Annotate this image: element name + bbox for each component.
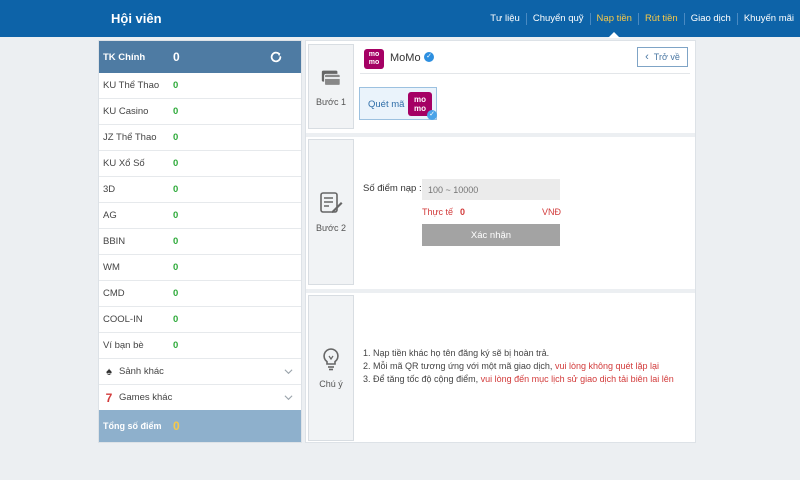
note-2-warning: vui lòng không quét lặp lại xyxy=(554,361,660,371)
account-row: COOL-IN 0 xyxy=(99,307,301,333)
nav-nap-tien[interactable]: Nạp tiền xyxy=(589,12,638,38)
note-3-text: 3. Để tăng tốc độ cộng điểm, xyxy=(363,374,481,384)
confirm-button[interactable]: Xác nhận xyxy=(422,224,560,246)
account-value: 0 xyxy=(173,106,179,117)
refresh-icon[interactable] xyxy=(269,50,283,64)
check-icon: ✓ xyxy=(427,110,437,120)
step-1-label: Bước 1 xyxy=(316,96,346,107)
account-row: KU Thể Thao 0 xyxy=(99,73,301,99)
other-games-toggle[interactable]: 7 Games khác xyxy=(99,385,301,411)
page-title: Hội viên xyxy=(111,11,162,26)
payment-provider-title: MoMo xyxy=(390,52,421,64)
note-item-2: 2. Mỗi mã QR tương ứng với một mã giao d… xyxy=(363,360,674,373)
scan-qr-label: Quét mã xyxy=(368,99,405,110)
main-account-value: 0 xyxy=(173,50,180,64)
account-value: 0 xyxy=(173,236,179,247)
actual-amount-value: 0 xyxy=(460,207,466,217)
verified-icon: ✓ xyxy=(424,52,434,62)
back-button-label: Trở về xyxy=(653,52,680,62)
account-value: 0 xyxy=(173,184,179,195)
notes-box: Chú ý xyxy=(308,295,354,441)
other-games-label: Games khác xyxy=(119,392,173,403)
chevron-left-icon: ‹ xyxy=(645,51,649,63)
seven-icon: 7 xyxy=(105,390,113,405)
back-button[interactable]: ‹ Trở về xyxy=(637,47,688,67)
account-value: 0 xyxy=(173,80,179,91)
actual-amount-label: Thực tế xyxy=(422,207,454,217)
note-3-warning: vui lòng đến mục lịch sử giao dịch tải b… xyxy=(480,374,674,384)
account-label: BBIN xyxy=(103,236,126,247)
total-points-row: Tổng số điểm 0 xyxy=(99,410,301,442)
account-label: KU Casino xyxy=(103,106,149,117)
note-item-1: 1. Nạp tiền khác họ tên đăng ký sẽ bị ho… xyxy=(363,348,550,358)
deposit-amount-label: Số điểm nạp : xyxy=(363,183,422,194)
account-value: 0 xyxy=(173,288,179,299)
account-value: 0 xyxy=(173,158,179,169)
account-label: Ví bạn bè xyxy=(103,340,144,351)
card-icon xyxy=(321,70,341,86)
account-label: WM xyxy=(103,262,120,273)
account-label: KU Thể Thao xyxy=(103,80,160,91)
account-label: CMD xyxy=(103,288,125,299)
step-2-box: Bước 2 xyxy=(308,139,354,285)
section-divider xyxy=(306,289,695,293)
form-edit-icon xyxy=(320,192,343,213)
account-label: COOL-IN xyxy=(103,314,143,325)
account-row: Ví bạn bè 0 xyxy=(99,333,301,359)
account-label: 3D xyxy=(103,184,116,195)
main-account-label: TK Chính xyxy=(103,51,146,63)
account-list: KU Thể Thao 0 KU Casino 0 JZ Thể Thao 0 KU Xổ … xyxy=(99,73,301,359)
step-1-box: Bước 1 xyxy=(308,44,354,129)
note-2-text: 2. Mỗi mã QR tương ứng với một mã giao d… xyxy=(363,361,555,371)
chevron-down-icon xyxy=(284,369,293,375)
momo-logo: mo mo xyxy=(364,49,384,69)
account-value: 0 xyxy=(173,210,179,221)
other-halls-toggle[interactable]: ♠ Sảnh khác xyxy=(99,359,301,385)
account-row: JZ Thể Thao 0 xyxy=(99,125,301,151)
chevron-down-icon xyxy=(284,395,293,401)
section-divider xyxy=(306,133,695,137)
currency-label: VNĐ xyxy=(542,207,562,217)
step-2-label: Bước 2 xyxy=(316,223,346,233)
account-value: 0 xyxy=(173,132,179,143)
main-account-row: TK Chính 0 xyxy=(99,41,301,73)
deposit-amount-input[interactable] xyxy=(422,179,560,200)
account-value: 0 xyxy=(173,262,179,273)
account-row: WM 0 xyxy=(99,255,301,281)
total-points-value: 0 xyxy=(173,419,180,433)
account-value: 0 xyxy=(173,314,179,325)
scan-qr-option[interactable]: Quét mã mo mo ✓ xyxy=(359,87,437,120)
account-row: BBIN 0 xyxy=(99,229,301,255)
account-label: JZ Thể Thao xyxy=(103,132,157,143)
account-row: AG 0 xyxy=(99,203,301,229)
main-nav: Tư liệu Chuyển quỹ Nạp tiền Rút tiền Gia… xyxy=(484,0,800,38)
total-points-label: Tổng số điểm xyxy=(103,421,162,431)
nav-rut-tien[interactable]: Rút tiền xyxy=(637,12,684,25)
divider xyxy=(360,73,690,74)
account-label: KU Xổ Số xyxy=(103,158,145,169)
notes-list: 1. Nạp tiền khác họ tên đăng ký sẽ bị ho… xyxy=(363,347,674,386)
deposit-panel: Bước 1 mo mo MoMo ✓ ‹ Trở về Quét mã mo … xyxy=(305,40,696,443)
top-navigation-bar: Hội viên Tư liệu Chuyển quỹ Nạp tiền Rút… xyxy=(0,0,800,38)
notes-label: Chú ý xyxy=(319,379,343,389)
nav-khuyen-mai[interactable]: Khuyến mãi xyxy=(736,12,800,25)
account-row: CMD 0 xyxy=(99,281,301,307)
nav-tu-lieu[interactable]: Tư liệu xyxy=(484,13,526,25)
spade-icon: ♠ xyxy=(106,365,112,378)
nav-nap-tien-label: Nạp tiền xyxy=(596,12,632,24)
other-halls-label: Sảnh khác xyxy=(119,366,164,377)
lightbulb-icon xyxy=(323,348,339,371)
nav-giao-dich[interactable]: Giao dịch xyxy=(683,12,737,25)
account-row: KU Xổ Số 0 xyxy=(99,151,301,177)
account-value: 0 xyxy=(173,340,179,351)
account-label: AG xyxy=(103,210,117,221)
wallet-sidebar: TK Chính 0 KU Thể Thao 0 KU Casino 0 JZ Thể … xyxy=(98,40,302,443)
account-row: 3D 0 xyxy=(99,177,301,203)
nav-chuyen-quy[interactable]: Chuyển quỹ xyxy=(525,12,590,25)
account-row: KU Casino 0 xyxy=(99,99,301,125)
note-item-3: 3. Để tăng tốc độ cộng điểm, vui lòng đế… xyxy=(363,373,674,386)
active-indicator xyxy=(608,31,621,38)
